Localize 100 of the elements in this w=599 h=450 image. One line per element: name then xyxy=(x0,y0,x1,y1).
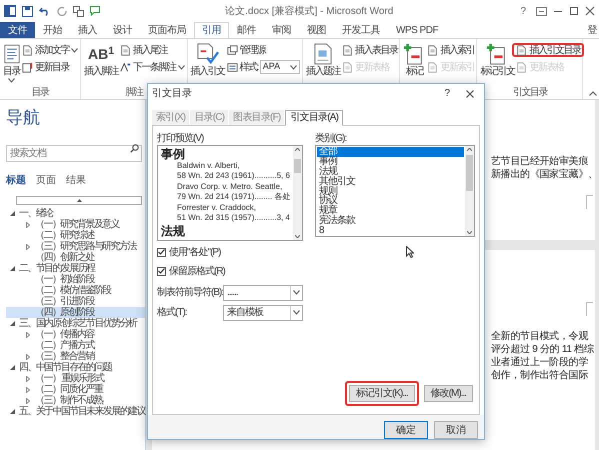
close-icon[interactable] xyxy=(585,6,595,16)
expanded-icon[interactable] xyxy=(10,266,15,271)
search-field[interactable]: 搜索文档 xyxy=(6,145,142,162)
ribbon-large-button[interactable]: 标记 xyxy=(402,41,426,86)
dialog-button[interactable]: 确定 xyxy=(384,421,428,439)
navigation-tab[interactable]: 页面 xyxy=(31,173,61,188)
ribbon-tab[interactable]: 邮件 xyxy=(229,22,264,38)
ribbon-tab[interactable]: 引用 xyxy=(194,22,229,38)
navigation-item[interactable]: 四、中国节目存在的问题 xyxy=(6,362,145,373)
preview-heading: 法规 xyxy=(161,224,186,238)
navigation-item[interactable]: （一）初始阶段 xyxy=(6,274,145,285)
navigation-item[interactable]: （三）制作不成熟 xyxy=(6,395,145,406)
document-icon xyxy=(342,44,353,56)
navigation-item[interactable]: （三）引进阶段 xyxy=(6,296,145,307)
navigation-item[interactable]: 五、关于中国节目未来发展的建议 xyxy=(6,406,145,417)
ribbon-small-button[interactable]: 管理源 xyxy=(226,43,300,57)
category-option[interactable]: 法规 xyxy=(317,166,464,177)
category-option[interactable]: 事例 xyxy=(317,156,464,167)
ribbon-tab[interactable]: 页面布局 xyxy=(140,22,194,38)
help-button[interactable]: ? xyxy=(434,86,460,102)
body-text-line: 艺节目已经开始审美痕 xyxy=(491,155,590,168)
scroll-thumb[interactable] xyxy=(466,154,473,191)
category-option[interactable]: 宪法条款 xyxy=(317,216,464,226)
scroll-down-icon[interactable] xyxy=(295,234,300,238)
collapsed-icon[interactable] xyxy=(26,376,30,382)
ribbon-small-button[interactable]: 插入尾注 xyxy=(120,43,184,57)
scrollbar[interactable] xyxy=(293,146,302,240)
preview-entry: Baldwin v. Alberti, xyxy=(176,160,241,172)
ribbon-small-button[interactable]: 更新目录 xyxy=(22,60,78,74)
navigation-item[interactable]: （二）模仿借鉴阶段 xyxy=(6,285,145,296)
ribbon-large-button[interactable]: 插入题注 xyxy=(304,41,341,86)
navigation-item[interactable]: （四）创新之处 xyxy=(6,252,145,263)
ribbon-small-button[interactable]: 插入索引 xyxy=(427,43,474,57)
category-option[interactable]: 8 xyxy=(317,226,464,236)
navigation-item[interactable]: 三、国内原创综艺节目优势分析 xyxy=(6,318,145,329)
ribbon-tab[interactable]: 视图 xyxy=(299,22,334,38)
ribbon-display-icon[interactable] xyxy=(536,6,547,16)
ribbon-small-button[interactable]: 下一条脚注 xyxy=(120,60,184,74)
sign-in-link[interactable]: 登 xyxy=(588,22,599,38)
expanded-icon[interactable] xyxy=(10,365,15,370)
ribbon-small-button[interactable]: 插入表目录 xyxy=(342,43,398,57)
navigation-item[interactable]: （一）研究背景及意义 xyxy=(6,219,145,230)
collapsed-icon[interactable] xyxy=(26,222,30,228)
checkbox[interactable] xyxy=(157,248,166,257)
scroll-thumb[interactable] xyxy=(294,158,301,173)
save-icon[interactable] xyxy=(22,6,33,16)
scroll-down-icon[interactable] xyxy=(467,230,472,234)
maximize-icon[interactable] xyxy=(569,6,579,16)
navigation-item[interactable]: （三）整合营销 xyxy=(6,351,145,362)
ribbon-tab[interactable]: 审阅 xyxy=(264,22,299,38)
expanded-icon[interactable] xyxy=(10,409,15,414)
dialog-tab[interactable]: 引文目录(A) xyxy=(285,110,344,126)
preview-entry: 58 Wn. 2d 243 (1961)..........5, 6 xyxy=(176,171,291,182)
navigation-tab[interactable]: 结果 xyxy=(61,173,91,188)
dialog-button[interactable]: 标记引文(K)... xyxy=(349,385,415,402)
navigation-item[interactable]: （二）产播方式 xyxy=(6,340,145,351)
collapsed-icon[interactable] xyxy=(26,398,30,404)
file-tab[interactable]: 文件 xyxy=(0,22,35,38)
collapsed-icon[interactable] xyxy=(26,354,30,360)
navigation-item[interactable]: （一） 重娱乐形式 xyxy=(6,373,145,384)
window-title: 论文.docx [兼容模式] - Microsoft Word xyxy=(225,4,394,18)
expanded-icon[interactable] xyxy=(10,211,15,216)
navigation-item[interactable]: （一）传播内容 xyxy=(6,329,145,340)
ribbon-tab[interactable]: 开发工具 xyxy=(334,22,388,38)
navigation-item[interactable]: 一、绪论 xyxy=(6,208,145,219)
dialog-button[interactable]: 取消 xyxy=(434,421,478,439)
ribbon-small-button[interactable]: 添加文字 xyxy=(22,43,78,57)
scroll-up-icon[interactable] xyxy=(467,148,472,151)
navigation-tab[interactable]: 标题 xyxy=(6,173,31,188)
navigation-item[interactable]: （二）同质化严重 xyxy=(6,384,145,395)
navigation-item[interactable]: 二、节目的发展历程 xyxy=(6,263,145,274)
comment-icon[interactable] xyxy=(90,6,102,16)
collapsed-icon[interactable] xyxy=(26,386,30,392)
navigation-item[interactable]: （二）研究综述 xyxy=(6,230,145,241)
help-button[interactable]: ? xyxy=(516,4,530,18)
collapsed-icon[interactable] xyxy=(26,332,30,338)
checkbox[interactable] xyxy=(157,266,166,276)
ribbon-tab[interactable]: 开始 xyxy=(35,22,70,38)
navigation-item[interactable]: （三）研究思路与研究方法 xyxy=(6,241,145,252)
scroll-up-icon[interactable] xyxy=(295,148,300,151)
category-option[interactable]: 其他引文 xyxy=(317,176,464,186)
collapse-ribbon-icon[interactable] xyxy=(589,91,597,96)
collapsed-icon[interactable] xyxy=(26,244,30,250)
ribbon-large-button[interactable]: 插入引文 xyxy=(190,41,226,86)
expanded-icon[interactable] xyxy=(10,321,15,326)
close-icon[interactable] xyxy=(466,90,474,98)
ribbon-tab[interactable]: 插入 xyxy=(70,22,105,38)
category-option[interactable]: 规则 xyxy=(317,186,464,196)
search-icon[interactable] xyxy=(130,144,139,153)
ribbon-large-button[interactable]: AB$^{1}$ 插入脚注 xyxy=(83,41,119,86)
ribbon-tab[interactable]: 设计 xyxy=(105,22,140,38)
select-field[interactable]: 来自模板 xyxy=(223,304,303,321)
ribbon-small-button[interactable]: 插入引文目录 xyxy=(512,43,584,57)
dialog-button[interactable]: 修改(M)... xyxy=(424,385,473,402)
redo-icon[interactable] xyxy=(57,6,67,16)
navigation-item[interactable]: （四）原创阶段 xyxy=(6,307,145,318)
select-field[interactable]: ...... xyxy=(223,284,303,301)
ribbon-tab[interactable]: WPS PDF xyxy=(388,22,446,38)
ribbon-large-button[interactable]: 目录 xyxy=(2,41,21,86)
scrollbar[interactable] xyxy=(465,146,474,236)
